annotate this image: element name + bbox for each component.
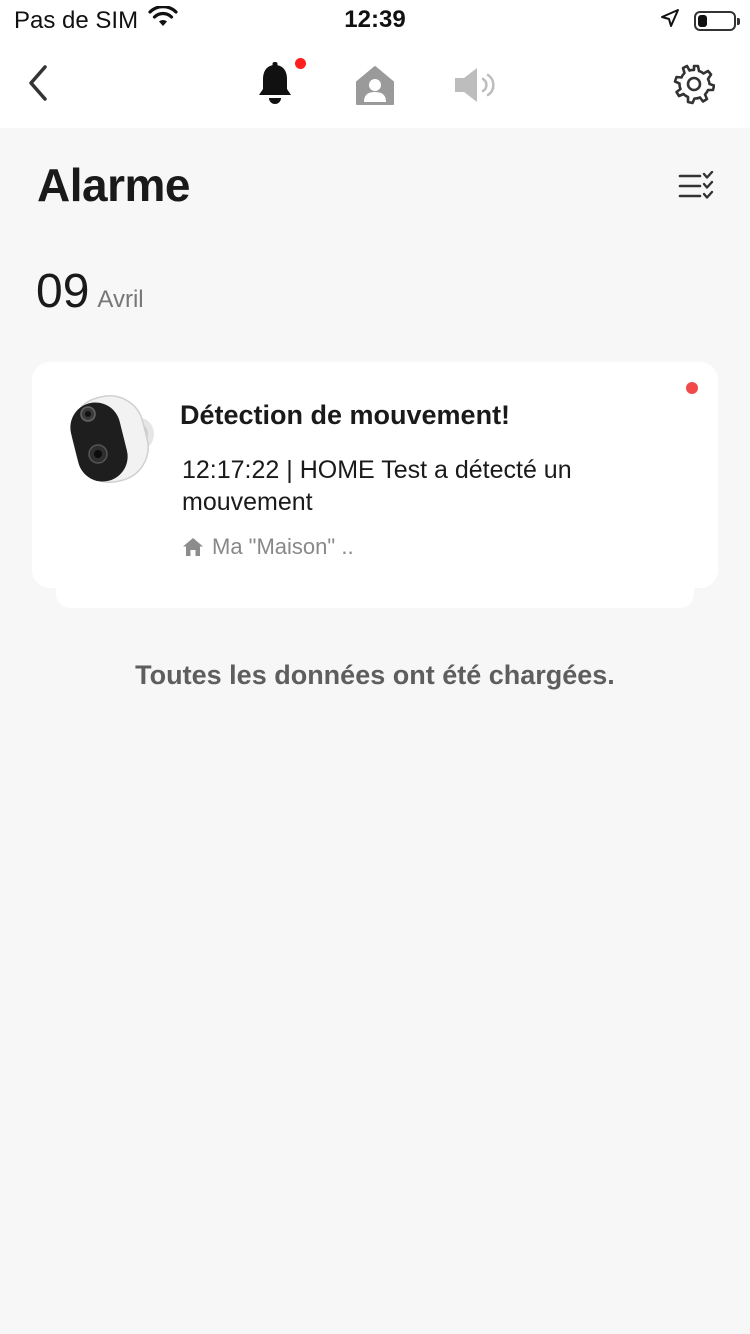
status-bar: Pas de SIM 12:39 [0, 0, 750, 40]
alarm-tab-button[interactable] [250, 58, 306, 110]
gear-icon [673, 64, 715, 105]
alarm-location-label: Ma "Maison" .. [212, 534, 354, 559]
status-right [660, 8, 740, 33]
all-loaded-message: Toutes les données ont été chargées. [135, 660, 615, 690]
unread-dot [686, 382, 698, 394]
bell-icon [259, 62, 291, 104]
house-person-icon [356, 66, 394, 105]
home-members-tab-button[interactable] [350, 60, 400, 110]
top-navigation [0, 40, 750, 128]
filter-button[interactable] [676, 168, 716, 204]
clock: 12:39 [344, 6, 406, 33]
back-icon [29, 65, 47, 101]
alarm-description: 12:17:22 | HOME Test a détecté un mouvem… [182, 456, 572, 516]
page-title: Alarme [37, 159, 190, 211]
date-header: 09 Avril [36, 264, 144, 319]
alarm-screen: Pas de SIM 12:39 Alarme 09 Avril Détecti… [0, 0, 750, 1334]
list-check-icon [678, 171, 714, 199]
speaker-icon [455, 68, 495, 102]
battery-level [698, 14, 707, 27]
card-stack-shadow [56, 586, 694, 608]
alarm-location: Ma "Maison" .. [182, 534, 354, 560]
date-day: 09 [36, 265, 90, 318]
alarm-title: Détection de mouvement! [180, 400, 511, 430]
speaker-tab-button[interactable] [448, 60, 502, 110]
battery-icon [694, 10, 740, 31]
camera-thumbnail [68, 390, 158, 486]
alarm-card[interactable]: Détection de mouvement! 12:17:22 | HOME … [32, 362, 718, 588]
location-arrow-icon [660, 8, 680, 33]
back-button[interactable] [14, 58, 62, 108]
date-month: Avril [97, 286, 144, 313]
notification-dot [295, 58, 306, 69]
settings-button[interactable] [670, 60, 718, 108]
home-icon [183, 538, 203, 556]
